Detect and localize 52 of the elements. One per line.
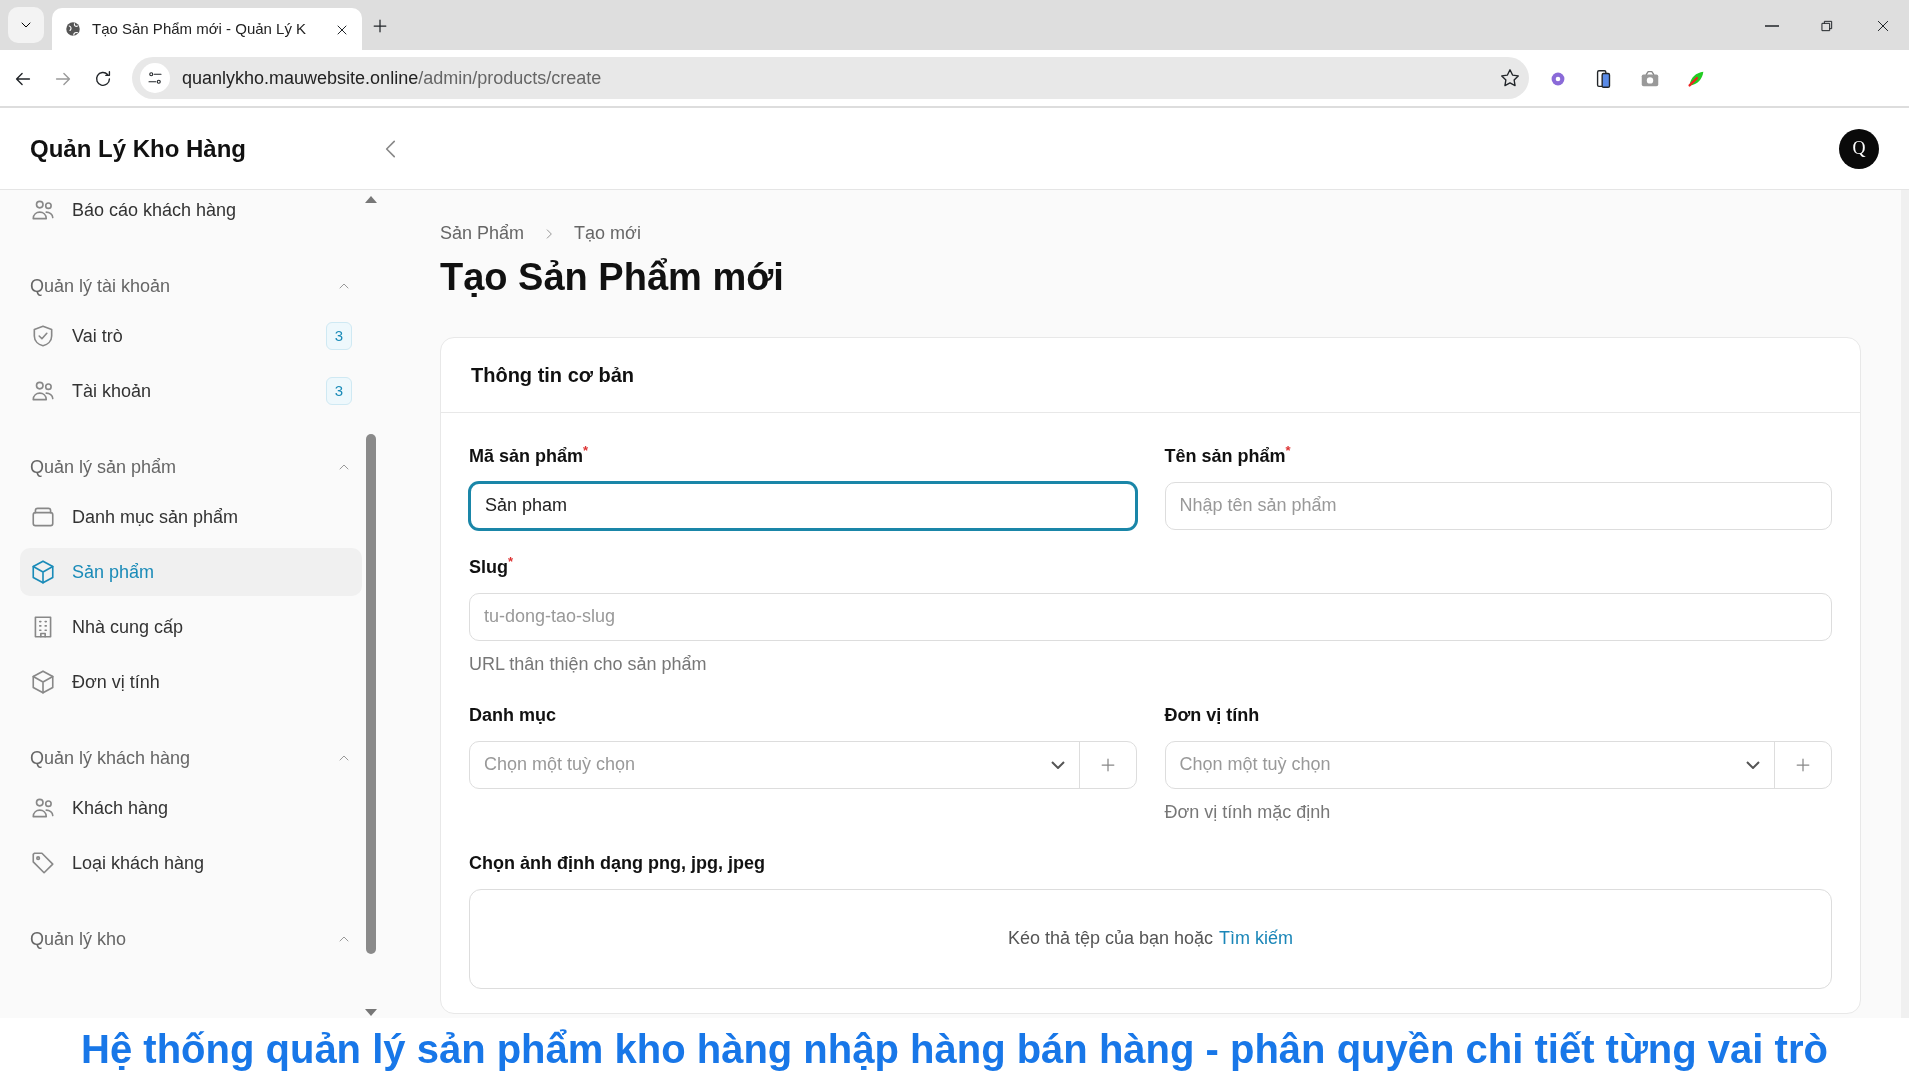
scroll-up-arrow[interactable] — [364, 194, 378, 204]
breadcrumb-link[interactable]: Sản Phẩm — [440, 220, 525, 247]
chevron-down-icon — [1746, 760, 1760, 769]
field-label: Chọn ảnh định dạng png, jpg, jpeg — [469, 851, 766, 875]
sidebar-item[interactable]: Sản phẩm — [20, 548, 362, 596]
text-field[interactable]: Nhập tên sản phẩm — [1164, 481, 1832, 530]
globe-icon — [64, 20, 82, 38]
page-title: Tạo Sản Phẩm mới — [440, 255, 785, 300]
chevron-down-icon — [1050, 760, 1065, 769]
sidebar-item[interactable]: Báo cáo khách hàng — [20, 190, 362, 234]
field-label: Đơn vị tính — [1164, 703, 1261, 727]
sidebar-group-header[interactable]: Quản lý tài khoản — [20, 264, 362, 308]
address-bar[interactable]: quanlykho.mauwebsite.online/admin/products/create — [132, 57, 1529, 99]
count-badge: 3 — [325, 376, 352, 406]
file-dropzone[interactable]: Kéo thả tệp của bạn hoặc Tìm kiếm — [469, 888, 1832, 989]
field-label: Tên sản phẩm$^{*}$ — [1164, 442, 1292, 468]
field-label: Mã sản phẩm$^{*}$ — [469, 442, 590, 468]
text-field[interactable]: tu-dong-tao-slug — [469, 592, 1832, 641]
sidebar-item[interactable]: Vai trò 3 — [20, 312, 362, 360]
minimize-icon — [1765, 24, 1779, 27]
cube-icon — [30, 559, 56, 585]
user-avatar[interactable]: Q — [1839, 128, 1879, 169]
page-scrollbar[interactable] — [1901, 190, 1909, 1018]
dropzone-text: Kéo thả tệp của bạn hoặc — [1007, 927, 1214, 951]
sidebar-item[interactable]: Danh mục sản phẩm — [20, 493, 362, 541]
sidebar-item[interactable]: Tài khoản 3 — [20, 367, 362, 415]
scroll-down-arrow[interactable] — [364, 1008, 378, 1018]
sidebar-item[interactable]: Loại khách hàng — [20, 839, 362, 887]
sidebar-item[interactable]: Đơn vị tính — [20, 658, 362, 706]
sidebar-group-header[interactable]: Quản lý kho — [20, 917, 362, 961]
app-brand: Quản Lý Kho Hàng — [30, 133, 247, 164]
field-label: Slug$^{*}$ — [469, 553, 515, 579]
browse-link[interactable]: Tìm kiếm — [1219, 925, 1294, 953]
sidebar-group-header[interactable]: Quản lý khách hàng — [20, 736, 362, 780]
cube-icon — [30, 669, 56, 695]
tag-icon — [30, 850, 56, 876]
star-icon — [1499, 67, 1521, 89]
scrollbar-thumb[interactable] — [366, 434, 376, 954]
field-label: Danh mục — [469, 703, 557, 727]
sidebar-group-header[interactable]: Quản lý sản phẩm — [20, 445, 362, 489]
site-settings-icon — [146, 69, 164, 87]
field-hint: Đơn vị tính mặc định — [1164, 800, 1332, 824]
video-caption: Hệ thống quản lý sản phẩm kho hàng nhập hàng bán hàng - phân quyền chi tiết từng vai trò — [81, 1026, 1828, 1073]
breadcrumb-link[interactable]: Tạo mới — [574, 220, 641, 247]
sidebar-item[interactable]: Khách hàng — [20, 784, 362, 832]
browser-tab[interactable]: Tạo Sản Phẩm mới - Quản Lý K — [52, 8, 362, 50]
tab-title: Tạo Sản Phẩm mới - Quản Lý K — [92, 18, 308, 39]
count-badge: 3 — [325, 321, 352, 351]
sidebar-item[interactable]: Nhà cung cấp — [20, 603, 362, 651]
text-field[interactable]: Sản pham — [469, 481, 1137, 530]
section-title: Thông tin cơ bản — [471, 363, 635, 386]
field-hint: URL thân thiện cho sản phẩm — [469, 652, 708, 676]
